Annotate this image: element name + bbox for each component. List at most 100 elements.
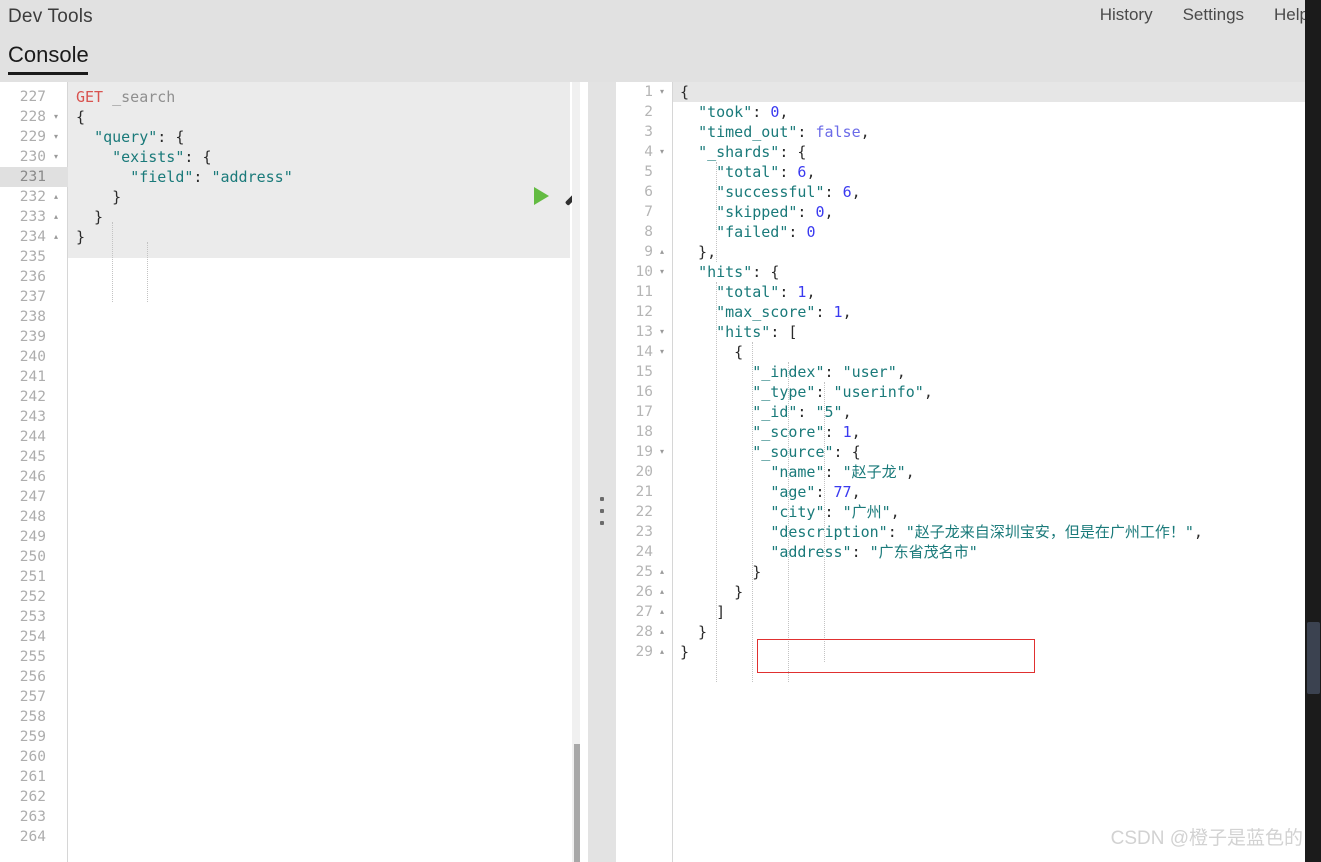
code-line[interactable]	[76, 567, 293, 587]
code-line[interactable]	[76, 447, 293, 467]
code-line[interactable]: "_index": "user",	[680, 362, 1203, 382]
fold-toggle-icon[interactable]: ▴	[657, 242, 667, 262]
line-number[interactable]: 26	[636, 582, 653, 602]
fold-toggle-icon[interactable]: ▾	[657, 142, 667, 162]
line-number[interactable]: 250	[20, 547, 46, 567]
fold-toggle-icon[interactable]: ▾	[657, 322, 667, 342]
line-number[interactable]: 4	[644, 142, 653, 162]
code-line[interactable]	[76, 467, 293, 487]
code-line[interactable]	[76, 827, 293, 847]
code-line[interactable]: {	[680, 342, 1203, 362]
code-line[interactable]	[76, 367, 293, 387]
line-number[interactable]: 262	[20, 787, 46, 807]
line-number[interactable]: 6	[644, 182, 653, 202]
line-number[interactable]: 245	[20, 447, 46, 467]
code-line[interactable]	[76, 407, 293, 427]
request-gutter[interactable]: 227 228 ▾ 229 ▾ 230 ▾ 231 232 ▴ 233 ▴ 234 ▴ 235 236 237 2…	[0, 82, 68, 862]
line-number[interactable]: 2	[644, 102, 653, 122]
line-number[interactable]: 249	[20, 527, 46, 547]
line-number[interactable]: 12	[636, 302, 653, 322]
code-line[interactable]: "skipped": 0,	[680, 202, 1203, 222]
line-number[interactable]: 239	[20, 327, 46, 347]
fold-toggle-icon[interactable]: ▾	[51, 147, 61, 167]
line-number[interactable]: 242	[20, 387, 46, 407]
line-number[interactable]: 252	[20, 587, 46, 607]
code-line[interactable]: "total": 6,	[680, 162, 1203, 182]
line-number[interactable]: 16	[636, 382, 653, 402]
code-line[interactable]: }	[76, 227, 293, 247]
line-number[interactable]: 231	[20, 167, 46, 187]
line-number[interactable]: 241	[20, 367, 46, 387]
code-line[interactable]	[76, 387, 293, 407]
code-line[interactable]: {	[680, 82, 1203, 102]
code-line[interactable]	[76, 507, 293, 527]
fold-toggle-icon[interactable]: ▴	[51, 227, 61, 247]
line-number[interactable]: 235	[20, 247, 46, 267]
fold-toggle-icon[interactable]: ▾	[657, 342, 667, 362]
line-number[interactable]: 254	[20, 627, 46, 647]
line-number[interactable]: 28	[636, 622, 653, 642]
line-number[interactable]: 258	[20, 707, 46, 727]
line-number[interactable]: 237	[20, 287, 46, 307]
line-number[interactable]: 264	[20, 827, 46, 847]
line-number[interactable]: 263	[20, 807, 46, 827]
line-number[interactable]: 227	[20, 87, 46, 107]
nav-help[interactable]: Help	[1274, 5, 1309, 25]
response-code-area[interactable]: { "took": 0, "timed_out": false, "_shard…	[680, 82, 1203, 662]
line-number[interactable]: 13	[636, 322, 653, 342]
nav-history[interactable]: History	[1100, 5, 1153, 25]
code-line[interactable]: "description": "赵子龙来自深圳宝安，但是在广州工作！",	[680, 522, 1203, 542]
code-line[interactable]	[76, 647, 293, 667]
line-number[interactable]: 248	[20, 507, 46, 527]
code-line[interactable]	[76, 787, 293, 807]
line-number[interactable]: 10	[636, 262, 653, 282]
fold-toggle-icon[interactable]: ▴	[657, 602, 667, 622]
code-line[interactable]: }	[680, 642, 1203, 662]
line-number[interactable]: 14	[636, 342, 653, 362]
line-number[interactable]: 243	[20, 407, 46, 427]
fold-toggle-icon[interactable]: ▾	[51, 127, 61, 147]
code-line[interactable]: "name": "赵子龙",	[680, 462, 1203, 482]
code-line[interactable]: "field": "address"	[76, 167, 293, 187]
code-line[interactable]: "query": {	[76, 127, 293, 147]
code-line[interactable]	[76, 707, 293, 727]
line-number[interactable]: 257	[20, 687, 46, 707]
code-line[interactable]	[76, 607, 293, 627]
splitter-grip-icon[interactable]	[599, 497, 605, 525]
line-number[interactable]: 255	[20, 647, 46, 667]
line-number[interactable]: 24	[636, 542, 653, 562]
line-number[interactable]: 261	[20, 767, 46, 787]
code-line[interactable]	[76, 547, 293, 567]
code-line[interactable]: "exists": {	[76, 147, 293, 167]
line-number[interactable]: 27	[636, 602, 653, 622]
line-number[interactable]: 3	[644, 122, 653, 142]
code-line[interactable]: },	[680, 242, 1203, 262]
code-line[interactable]	[76, 747, 293, 767]
code-line[interactable]	[76, 267, 293, 287]
request-editor-surface[interactable]: 227 228 ▾ 229 ▾ 230 ▾ 231 232 ▴ 233 ▴ 234 ▴ 235 236 237 2…	[0, 82, 580, 862]
code-line[interactable]	[76, 287, 293, 307]
fold-toggle-icon[interactable]: ▴	[657, 582, 667, 602]
line-number[interactable]: 25	[636, 562, 653, 582]
code-line[interactable]: GET _search	[76, 87, 293, 107]
line-number[interactable]: 230	[20, 147, 46, 167]
code-line[interactable]: "hits": [	[680, 322, 1203, 342]
line-number[interactable]: 15	[636, 362, 653, 382]
tab-console[interactable]: Console	[8, 42, 89, 75]
code-line[interactable]: "timed_out": false,	[680, 122, 1203, 142]
code-line[interactable]: "took": 0,	[680, 102, 1203, 122]
code-line[interactable]	[76, 327, 293, 347]
code-line[interactable]	[76, 487, 293, 507]
line-number[interactable]: 240	[20, 347, 46, 367]
fold-toggle-icon[interactable]: ▾	[657, 442, 667, 462]
code-line[interactable]	[76, 687, 293, 707]
fold-toggle-icon[interactable]: ▴	[657, 642, 667, 662]
line-number[interactable]: 246	[20, 467, 46, 487]
code-line[interactable]: }	[76, 207, 293, 227]
line-number[interactable]: 9	[644, 242, 653, 262]
line-number[interactable]: 21	[636, 482, 653, 502]
line-number[interactable]: 253	[20, 607, 46, 627]
code-line[interactable]: "_shards": {	[680, 142, 1203, 162]
line-number[interactable]: 11	[636, 282, 653, 302]
response-viewer-pane[interactable]: 1 ▾ 2 3 4 ▾ 5 6 7 8 9 ▴ 10 ▾ 11 12 13 ▾ 14 ▾ 15 16 17 18 19 ▾ 20 21…	[616, 82, 1305, 862]
